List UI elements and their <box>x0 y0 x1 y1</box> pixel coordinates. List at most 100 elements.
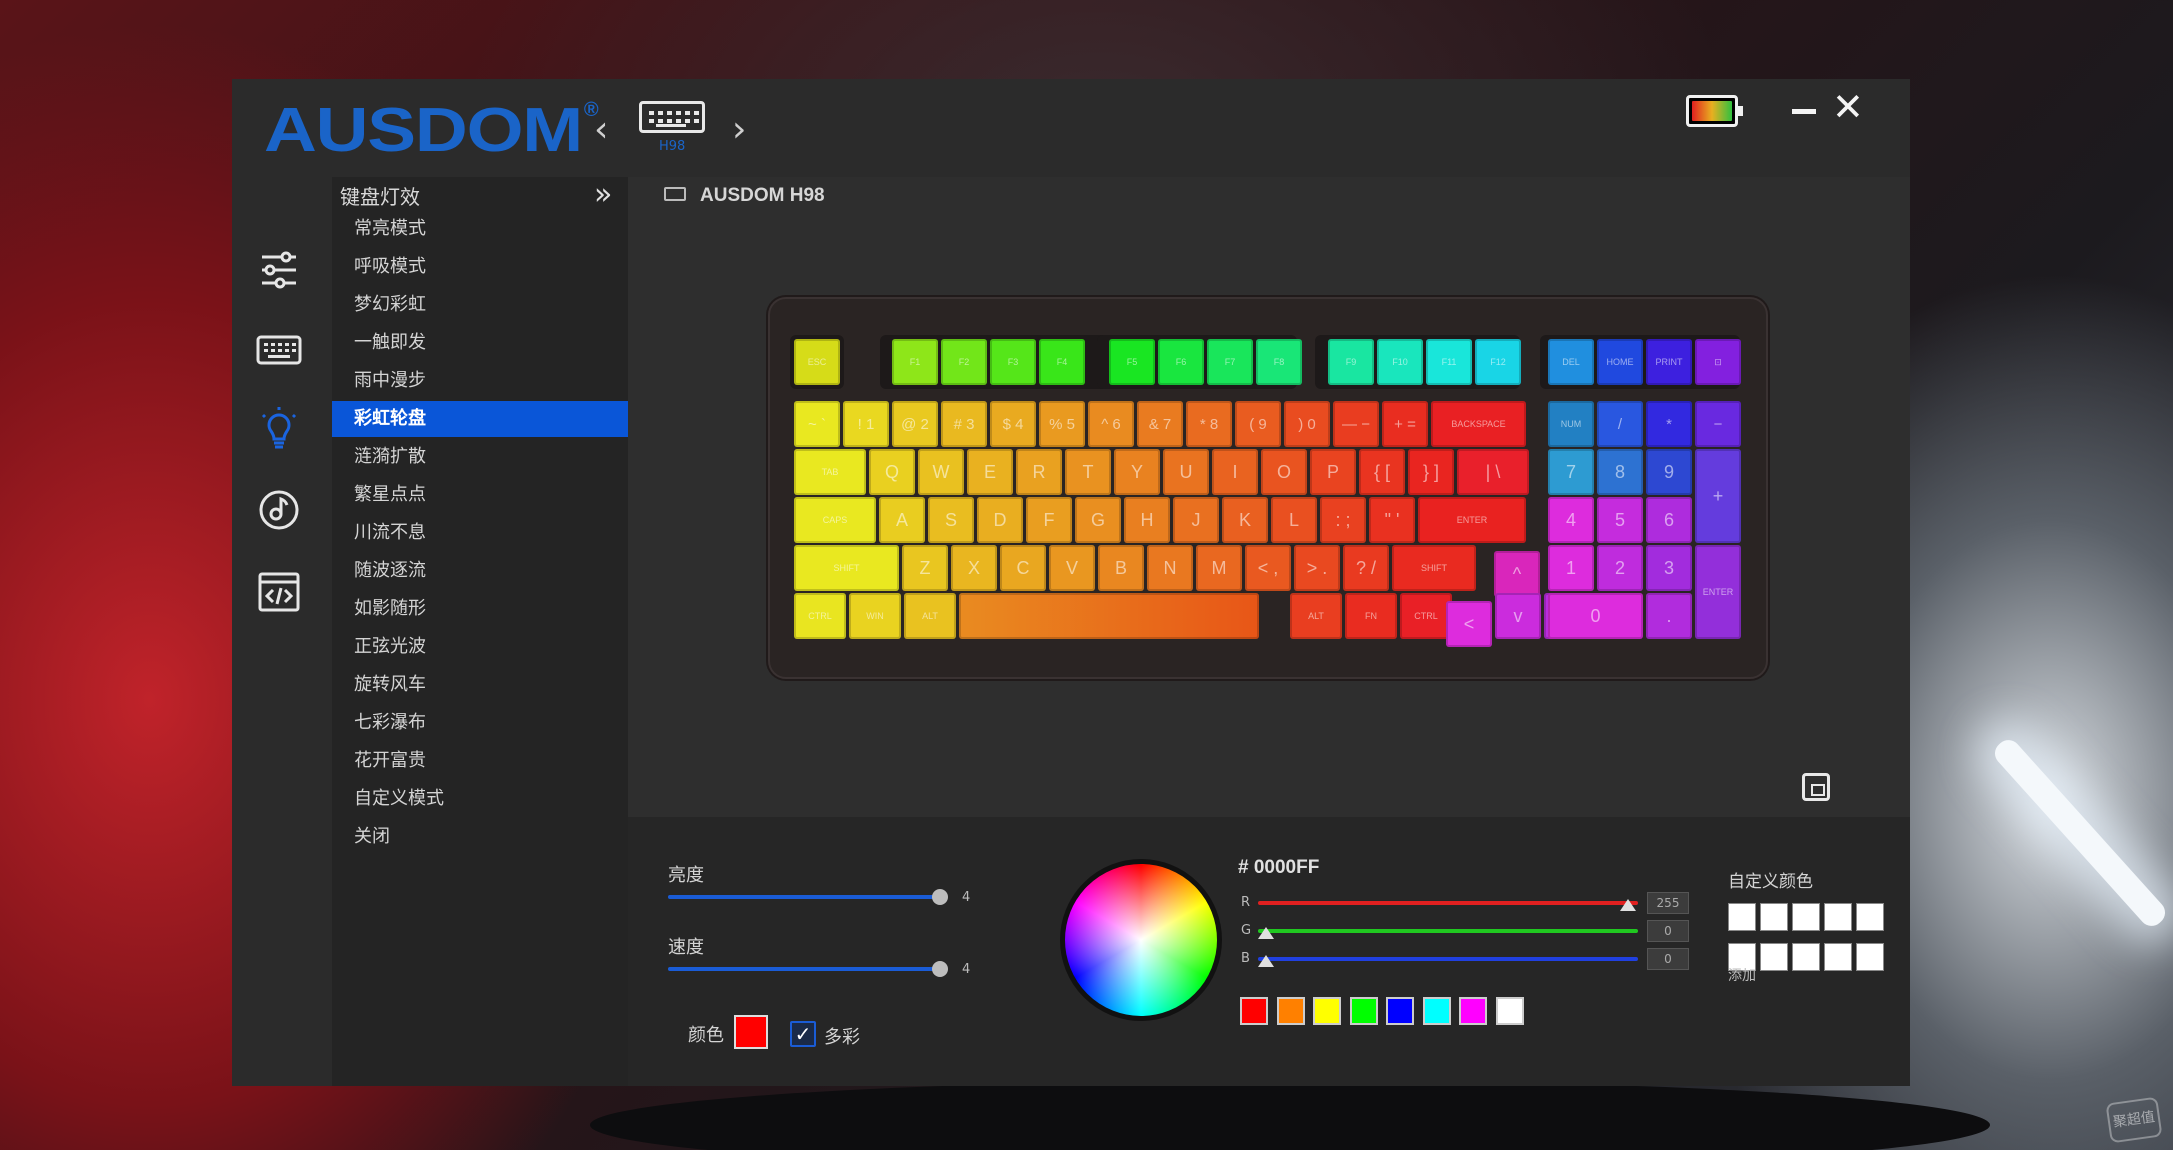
key[interactable]: CTRL <box>794 593 846 639</box>
menu-item[interactable]: 如影随形 <box>332 591 628 627</box>
key[interactable]: " ' <box>1369 497 1415 543</box>
custom-color-slot[interactable] <box>1760 903 1788 931</box>
key[interactable]: ? / <box>1343 545 1389 591</box>
menu-item[interactable]: 七彩瀑布 <box>332 705 628 741</box>
key[interactable]: | \ <box>1457 449 1529 495</box>
color-swatch[interactable] <box>1349 997 1378 1025</box>
key[interactable]: B <box>1098 545 1144 591</box>
key[interactable]: SHIFT <box>794 545 899 591</box>
menu-item[interactable]: 旋转风车 <box>332 667 628 703</box>
color-swatch[interactable] <box>1386 997 1414 1025</box>
save-icon[interactable] <box>1802 773 1830 801</box>
b-input[interactable]: 0 <box>1647 948 1689 970</box>
key[interactable]: BACKSPACE <box>1431 401 1526 447</box>
key[interactable]: CTRL <box>1400 593 1452 639</box>
function-key[interactable]: F6 <box>1158 339 1204 385</box>
menu-item[interactable]: 呼吸模式 <box>332 249 628 285</box>
color-swatch[interactable] <box>1240 997 1268 1025</box>
key[interactable]: ^ <box>1494 551 1540 597</box>
function-key[interactable]: F4 <box>1039 339 1085 385</box>
key[interactable]: J <box>1173 497 1219 543</box>
function-key[interactable]: F3 <box>990 339 1036 385</box>
key[interactable]: + <box>1695 449 1741 543</box>
color-swatch[interactable] <box>1495 997 1524 1025</box>
color-swatch[interactable] <box>1459 997 1487 1025</box>
menu-item[interactable]: 梦幻彩虹 <box>332 287 628 323</box>
function-key[interactable]: F10 <box>1377 339 1423 385</box>
key[interactable]: % 5 <box>1039 401 1085 447</box>
custom-color-slot[interactable] <box>1728 903 1756 931</box>
key[interactable]: X <box>951 545 997 591</box>
g-slider-thumb[interactable] <box>1258 927 1274 939</box>
key[interactable]: 2 <box>1597 545 1643 591</box>
key[interactable]: L <box>1271 497 1317 543</box>
key[interactable]: W <box>918 449 964 495</box>
function-key[interactable]: F12 <box>1475 339 1521 385</box>
key[interactable]: ALT <box>904 593 956 639</box>
multicolor-checkbox[interactable]: ✓ <box>790 1021 816 1047</box>
key[interactable]: H <box>1124 497 1170 543</box>
key[interactable]: D <box>977 497 1023 543</box>
key[interactable]: + = <box>1382 401 1428 447</box>
key[interactable]: ENTER <box>1695 545 1741 639</box>
function-key[interactable]: F11 <box>1426 339 1472 385</box>
g-slider[interactable] <box>1258 929 1638 933</box>
key[interactable]: C <box>1000 545 1046 591</box>
color-swatch[interactable] <box>1422 997 1451 1025</box>
key[interactable]: Y <box>1114 449 1160 495</box>
menu-item[interactable]: 彩虹轮盘 <box>332 401 628 437</box>
menu-item[interactable]: 正弦光波 <box>332 629 628 665</box>
menu-item[interactable]: 一触即发 <box>332 325 628 361</box>
key[interactable]: 8 <box>1597 449 1643 495</box>
key[interactable]: SHIFT <box>1392 545 1476 591</box>
sliders-icon[interactable] <box>256 247 302 293</box>
key[interactable]: { [ <box>1359 449 1405 495</box>
menu-item[interactable]: 涟漪扩散 <box>332 439 628 475</box>
menu-item[interactable]: 川流不息 <box>332 515 628 551</box>
key[interactable]: ^ 6 <box>1088 401 1134 447</box>
r-input[interactable]: 255 <box>1647 892 1689 914</box>
key[interactable]: @ 2 <box>892 401 938 447</box>
add-custom-color-button[interactable]: 添加 <box>1728 965 1756 985</box>
key[interactable]: P <box>1310 449 1356 495</box>
key[interactable]: — − <box>1333 401 1379 447</box>
key[interactable]: F <box>1026 497 1072 543</box>
color-picker-box[interactable] <box>734 1015 768 1049</box>
r-slider[interactable] <box>1258 901 1638 905</box>
collapse-menu-button[interactable]: » <box>594 177 612 212</box>
lightbulb-icon[interactable] <box>256 405 302 451</box>
key[interactable]: TAB <box>794 449 866 495</box>
key[interactable]: Z <box>902 545 948 591</box>
key[interactable]: U <box>1163 449 1209 495</box>
key[interactable]: E <box>967 449 1013 495</box>
color-swatch[interactable] <box>1313 997 1341 1025</box>
key[interactable]: R <box>1016 449 1062 495</box>
custom-color-slot[interactable] <box>1856 943 1884 971</box>
menu-item[interactable]: 关闭 <box>332 819 628 855</box>
key[interactable]: G <box>1075 497 1121 543</box>
function-key[interactable]: F8 <box>1256 339 1302 385</box>
key[interactable]: 0 <box>1548 593 1643 639</box>
menu-item[interactable]: 随波逐流 <box>332 553 628 589</box>
menu-item[interactable]: 花开富贵 <box>332 743 628 779</box>
key[interactable]: 6 <box>1646 497 1692 543</box>
key[interactable]: T <box>1065 449 1111 495</box>
custom-color-slot[interactable] <box>1824 943 1852 971</box>
key[interactable]: v <box>1495 593 1541 639</box>
key[interactable]: 7 <box>1548 449 1594 495</box>
speed-slider-thumb[interactable] <box>932 961 948 977</box>
macro-code-icon[interactable] <box>256 569 302 615</box>
function-key[interactable]: ⊡ <box>1695 339 1741 385</box>
key[interactable]: < <box>1446 601 1492 647</box>
key[interactable]: * 8 <box>1186 401 1232 447</box>
key[interactable]: N <box>1147 545 1193 591</box>
function-key[interactable]: F7 <box>1207 339 1253 385</box>
function-key[interactable]: F1 <box>892 339 938 385</box>
b-slider[interactable] <box>1258 957 1638 961</box>
key[interactable]: ) 0 <box>1284 401 1330 447</box>
key[interactable]: # 3 <box>941 401 987 447</box>
key[interactable]: 5 <box>1597 497 1643 543</box>
key[interactable]: O <box>1261 449 1307 495</box>
key[interactable]: A <box>879 497 925 543</box>
key[interactable]: * <box>1646 401 1692 447</box>
